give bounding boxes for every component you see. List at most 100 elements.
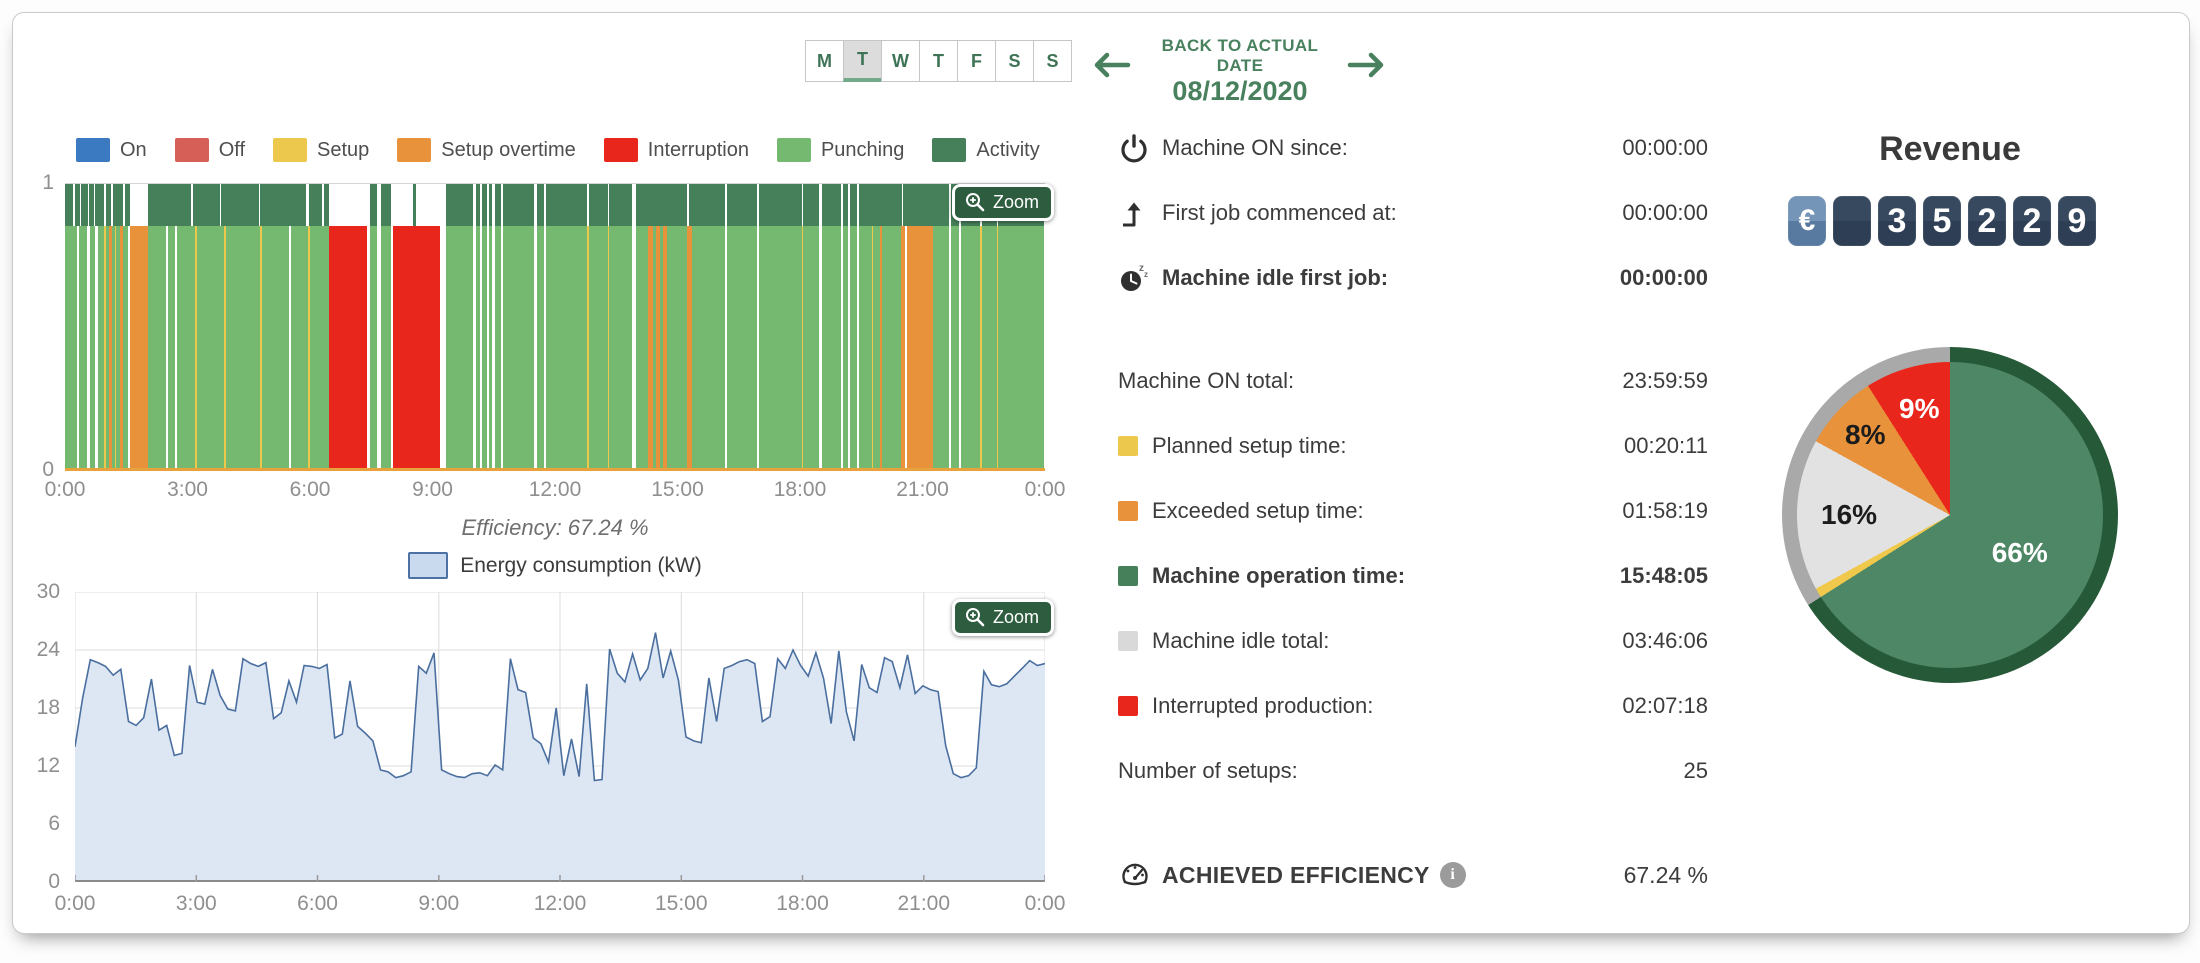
stat-swatch-activity	[1118, 566, 1138, 586]
segment-activity	[309, 184, 323, 226]
day-cell-0[interactable]: M	[805, 40, 844, 82]
gauge-icon	[1118, 859, 1162, 891]
info-icon[interactable]: i	[1440, 862, 1466, 888]
segment-gap	[416, 184, 441, 226]
segment-punching	[177, 226, 195, 468]
legend-label: Setup overtime	[441, 139, 576, 162]
stat-value: 02:07:18	[1622, 693, 1708, 719]
stat-value: 01:58:19	[1622, 498, 1708, 524]
segment-punching	[850, 226, 857, 468]
stat-value: 15:48:05	[1620, 563, 1708, 589]
segment-setup-overtime	[130, 226, 148, 468]
stat-label: Machine operation time:	[1152, 563, 1620, 589]
segment-activity	[260, 184, 306, 226]
x-tick-label: 6:00	[297, 892, 338, 916]
achieved-efficiency-value: 67.24 %	[1624, 862, 1708, 889]
stat-value: 00:00:00	[1622, 135, 1708, 161]
idle-clock-icon: zz	[1118, 262, 1162, 294]
stat-value: 00:00:00	[1620, 265, 1708, 291]
x-tick-label: 15:00	[655, 892, 708, 916]
stat-value: 00:00:00	[1622, 200, 1708, 226]
svg-text:z: z	[1144, 270, 1148, 279]
digit-tile: 2	[1968, 196, 2006, 246]
legend-item-off: Off	[175, 138, 245, 162]
timeline-zoom-label: Zoom	[993, 192, 1039, 213]
x-tick-label: 9:00	[418, 892, 459, 916]
x-tick-label: 21:00	[897, 892, 950, 916]
energy-legend-swatch	[408, 552, 448, 579]
achieved-efficiency-label: ACHIEVED EFFICIENCY	[1162, 862, 1430, 889]
segment-punching	[803, 226, 819, 468]
segment-gap	[329, 184, 367, 226]
segment-punching	[888, 226, 902, 468]
segment-punching	[537, 226, 544, 468]
energy-y-axis: 3024181260	[24, 592, 60, 882]
segment-punching	[555, 226, 588, 468]
legend-item-setup: Setup	[273, 138, 369, 162]
stats-panel: ACHIEVED EFFICIENCY i 67.24 % Machine ON…	[1118, 118, 1708, 898]
segment-activity	[81, 184, 88, 226]
day-cell-5[interactable]: S	[995, 40, 1034, 82]
efficiency-caption: Efficiency: 67.24 %	[265, 515, 845, 541]
segment-activity	[510, 184, 534, 226]
day-cell-1[interactable]: T	[843, 40, 882, 82]
segment-punching	[822, 226, 841, 468]
segment-activity	[689, 184, 725, 226]
stat-label: Interrupted production:	[1152, 693, 1622, 719]
stat-row: Machine idle total:03:46:06	[1118, 624, 1708, 658]
segment-activity	[446, 184, 473, 226]
day-cell-2[interactable]: W	[881, 40, 920, 82]
segment-punching	[933, 226, 949, 468]
energy-x-axis: 0:003:006:009:0012:0015:0018:0021:000:00	[75, 892, 1045, 918]
segment-punching	[79, 226, 87, 468]
energy-zoom-label: Zoom	[993, 607, 1039, 628]
timeline-zoom-button[interactable]: Zoom	[952, 184, 1054, 221]
segment-punching	[998, 226, 1018, 468]
back-to-actual-date[interactable]: BACK TO ACTUAL DATE 08/12/2020	[1140, 36, 1340, 107]
next-day-arrow[interactable]	[1346, 48, 1388, 87]
energy-zoom-button[interactable]: Zoom	[952, 599, 1054, 636]
x-tick-label: 0:00	[45, 478, 86, 502]
segment-activity	[850, 184, 857, 226]
stat-label: Machine ON total:	[1118, 368, 1622, 394]
segment-activity	[609, 184, 632, 226]
day-cell-6[interactable]: S	[1033, 40, 1072, 82]
arrow-right-icon	[1346, 48, 1388, 82]
segment-activity	[555, 184, 588, 226]
segment-punching	[667, 226, 687, 468]
segment-punching	[609, 226, 632, 468]
segment-activity	[933, 184, 949, 226]
day-cell-3[interactable]: T	[919, 40, 958, 82]
segment-punching	[961, 226, 980, 468]
stat-row: Interrupted production:02:07:18	[1118, 689, 1708, 723]
segment-activity	[193, 184, 220, 226]
stat-row: Machine operation time:15:48:05	[1118, 559, 1708, 593]
segment-activity	[221, 184, 258, 226]
energy-legend: Energy consumption (kW)	[265, 552, 845, 579]
y-tick-label: 30	[37, 580, 60, 604]
segment-activity	[503, 184, 510, 226]
x-tick-label: 9:00	[412, 478, 453, 502]
stat-row: Exceeded setup time:01:58:19	[1118, 494, 1708, 528]
legend-label: Off	[219, 139, 245, 162]
revenue-pie-chart: 66%16%8%9%	[1782, 347, 2118, 683]
digit-tile: 2	[2013, 196, 2051, 246]
achieved-efficiency-row: ACHIEVED EFFICIENCY i 67.24 %	[1118, 858, 1708, 892]
x-tick-label: 0:00	[55, 892, 96, 916]
energy-plot	[75, 592, 1045, 882]
pie-label: 16%	[1821, 499, 1877, 531]
segment-activity	[872, 184, 902, 226]
legend-swatch-setup	[273, 138, 307, 162]
segment-punching	[310, 226, 328, 468]
y-tick-label: 24	[37, 638, 60, 662]
segment-punching	[98, 226, 105, 468]
segment-punching	[727, 226, 757, 468]
x-tick-label: 18:00	[776, 892, 829, 916]
stat-label: Number of setups:	[1118, 758, 1684, 784]
day-selector: MTWTFSS	[806, 40, 1072, 82]
segment-punching	[370, 226, 377, 468]
prev-day-arrow[interactable]	[1090, 48, 1132, 87]
digit-tile: 5	[1923, 196, 1961, 246]
day-cell-4[interactable]: F	[957, 40, 996, 82]
x-tick-label: 21:00	[896, 478, 949, 502]
